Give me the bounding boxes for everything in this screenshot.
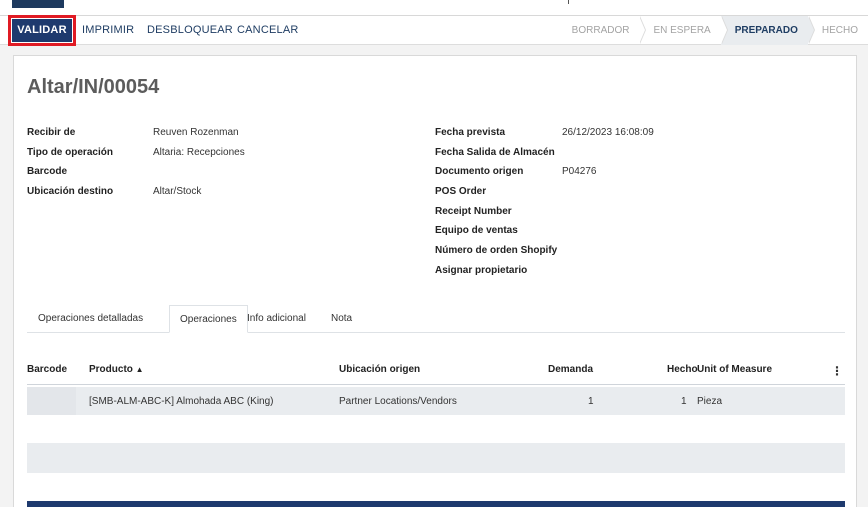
- control-panel: VALIDAR IMPRIMIR DESBLOQUEAR CANCELAR BO…: [0, 15, 868, 46]
- column-source-location[interactable]: Ubicación origen: [339, 364, 420, 375]
- field-label: Equipo de ventas: [435, 225, 518, 236]
- top-strip: [0, 0, 868, 16]
- status-bar: BORRADOR EN ESPERA PREPARADO HECHO: [558, 16, 868, 45]
- bottom-bar: [27, 501, 845, 507]
- field-label: Tipo de operación: [27, 147, 113, 158]
- sort-ascending-icon: ▲: [135, 365, 144, 374]
- form-sheet: Altar/IN/00054 Recibir de Reuven Rozenma…: [13, 55, 857, 507]
- scheduled-date-value[interactable]: 26/12/2023 16:08:09: [562, 127, 654, 138]
- stage-draft[interactable]: BORRADOR: [558, 16, 647, 45]
- product-cell[interactable]: [SMB-ALM-ABC-K] Almohada ABC (King): [89, 396, 274, 407]
- notebook-tabs: Operaciones detalladas Operaciones Info …: [27, 305, 845, 333]
- app-logo: [12, 0, 64, 8]
- uom-cell[interactable]: Pieza: [697, 396, 722, 407]
- optional-columns-icon[interactable]: ⋮: [831, 364, 843, 378]
- column-barcode[interactable]: Barcode: [27, 364, 67, 375]
- stage-done[interactable]: HECHO: [808, 16, 868, 45]
- field-label: Fecha Salida de Almacén: [435, 147, 555, 158]
- tab-operations[interactable]: Operaciones: [169, 305, 248, 333]
- field-label: POS Order: [435, 186, 487, 197]
- field-label: Número de orden Shopify: [435, 245, 558, 256]
- column-uom[interactable]: Unit of Measure: [697, 364, 772, 375]
- column-product-label: Producto: [89, 364, 133, 375]
- print-button[interactable]: IMPRIMIR: [82, 16, 134, 45]
- empty-row: [27, 443, 845, 473]
- stage-waiting[interactable]: EN ESPERA: [639, 16, 728, 45]
- column-product[interactable]: Producto ▲: [89, 364, 144, 375]
- field-label: Ubicación destino: [27, 186, 114, 197]
- destination-value[interactable]: Altar/Stock: [153, 186, 201, 197]
- unlock-button[interactable]: DESBLOQUEAR: [147, 16, 233, 45]
- validate-button[interactable]: VALIDAR: [8, 15, 76, 46]
- source-location-cell[interactable]: Partner Locations/Vendors: [339, 396, 457, 407]
- table-row[interactable]: [SMB-ALM-ABC-K] Almohada ABC (King) Part…: [27, 387, 845, 415]
- field-label: Documento origen: [435, 166, 524, 177]
- field-label: Receipt Number: [435, 206, 512, 217]
- field-label: Asignar propietario: [435, 265, 528, 276]
- field-label: Fecha prevista: [435, 127, 506, 138]
- partner-value[interactable]: Reuven Rozenman: [153, 127, 239, 138]
- tab-detailed-operations[interactable]: Operaciones detalladas: [38, 305, 143, 333]
- operation-type-value[interactable]: Altaria: Recepciones: [153, 147, 245, 158]
- record-title: Altar/IN/00054: [27, 76, 160, 98]
- barcode-cell[interactable]: [27, 387, 76, 415]
- field-label: Barcode: [27, 166, 68, 177]
- column-done[interactable]: Hecho: [667, 364, 698, 375]
- stage-ready[interactable]: PREPARADO: [720, 16, 816, 45]
- origin-document-value[interactable]: P04276: [562, 166, 596, 177]
- top-divider: [568, 0, 569, 4]
- tab-additional-info[interactable]: Info adicional: [247, 305, 306, 333]
- tab-note[interactable]: Nota: [331, 305, 352, 333]
- done-cell[interactable]: 1: [681, 396, 687, 407]
- column-demand[interactable]: Demanda: [548, 364, 593, 375]
- table-header: Barcode Producto ▲ Ubicación origen Dema…: [27, 354, 845, 385]
- field-label: Recibir de: [27, 127, 76, 138]
- cancel-button[interactable]: CANCELAR: [237, 16, 299, 45]
- demand-cell[interactable]: 1: [588, 396, 594, 407]
